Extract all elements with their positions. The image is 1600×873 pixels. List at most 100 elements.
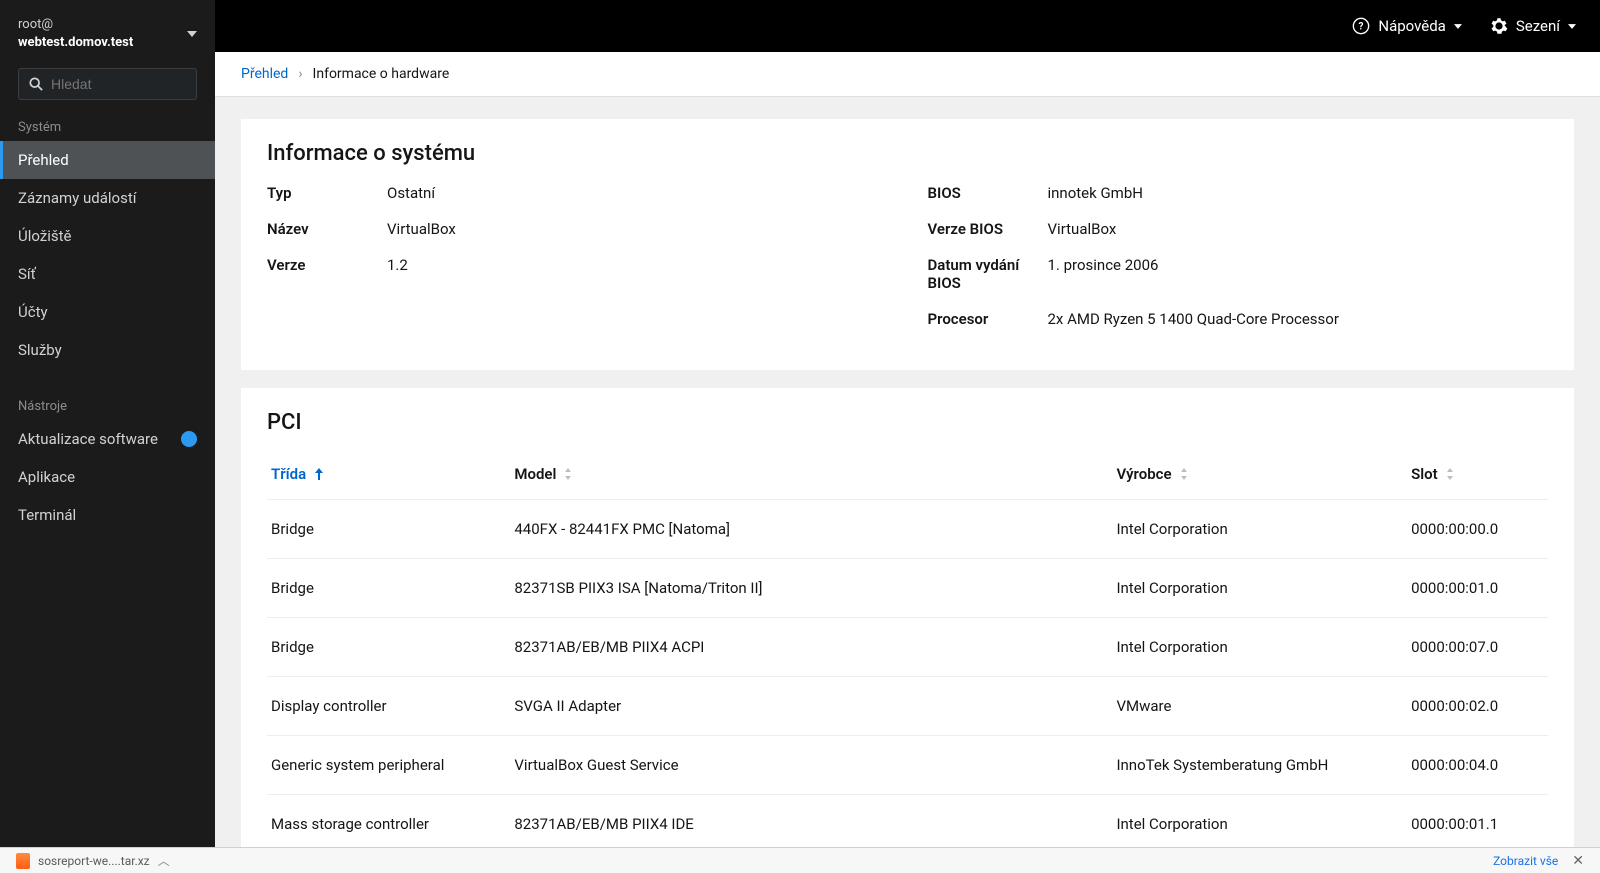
section-label-system: Systém — [0, 110, 215, 141]
host-name: webtest.domov.test — [18, 34, 133, 52]
info-value: 1. prosince 2006 — [1048, 256, 1159, 292]
sidebar-item-záznamy-událostí[interactable]: Záznamy událostí — [0, 179, 215, 217]
column-header-class-label: Třída — [271, 465, 306, 483]
column-header-vendor-label: Výrobce — [1116, 465, 1171, 483]
info-label: Verze — [267, 256, 387, 274]
cell-slot: 0000:00:02.0 — [1407, 677, 1548, 736]
close-icon[interactable]: ✕ — [1572, 853, 1584, 869]
download-item[interactable]: sosreport-we....tar.xz ︿ — [16, 852, 170, 869]
cell-class: Display controller — [267, 677, 510, 736]
table-row[interactable]: Generic system peripheralVirtualBox Gues… — [267, 736, 1548, 795]
column-header-model[interactable]: Model — [514, 465, 572, 483]
help-menu[interactable]: ? Nápověda — [1352, 17, 1461, 35]
cell-class: Bridge — [267, 559, 510, 618]
info-value: Ostatní — [387, 184, 435, 202]
column-header-slot-label: Slot — [1411, 465, 1438, 483]
cell-vendor: Intel Corporation — [1112, 500, 1407, 559]
info-row: TypOstatní — [267, 184, 888, 202]
sidebar-item-přehled[interactable]: Přehled — [0, 141, 215, 179]
cell-slot: 0000:00:00.0 — [1407, 500, 1548, 559]
cell-class: Bridge — [267, 500, 510, 559]
info-row: NázevVirtualBox — [267, 220, 888, 238]
table-row[interactable]: Bridge82371AB/EB/MB PIIX4 ACPIIntel Corp… — [267, 618, 1548, 677]
cell-slot: 0000:00:07.0 — [1407, 618, 1548, 677]
cell-model: SVGA II Adapter — [510, 677, 1112, 736]
cell-vendor: Intel Corporation — [1112, 618, 1407, 677]
sidebar-item-účty[interactable]: Účty — [0, 293, 215, 331]
chevron-down-icon — [187, 31, 197, 37]
table-row[interactable]: Display controllerSVGA II AdapterVMware0… — [267, 677, 1548, 736]
column-header-slot[interactable]: Slot — [1411, 465, 1454, 483]
cell-vendor: Intel Corporation — [1112, 795, 1407, 848]
breadcrumb: Přehled › Informace o hardware — [215, 52, 1600, 97]
host-user: root@ — [18, 16, 133, 34]
sidebar-item-aktualizace-software[interactable]: Aktualizace software — [0, 420, 215, 458]
info-value: 1.2 — [387, 256, 408, 274]
sidebar-item-terminál[interactable]: Terminál — [0, 496, 215, 534]
pci-table: Třída Model — [267, 453, 1548, 847]
sort-icon — [564, 468, 572, 480]
sidebar-item-služby[interactable]: Služby — [0, 331, 215, 369]
info-row: Verze1.2 — [267, 256, 888, 274]
section-label-tools: Nástroje — [0, 389, 215, 420]
sidebar-item-label: Úložiště — [18, 227, 72, 245]
cell-model: 440FX - 82441FX PMC [Natoma] — [510, 500, 1112, 559]
cell-model: VirtualBox Guest Service — [510, 736, 1112, 795]
sidebar-item-label: Přehled — [18, 151, 69, 169]
sidebar-item-label: Terminál — [18, 506, 76, 524]
system-info-title: Informace o systému — [267, 141, 1548, 166]
gear-icon — [1490, 17, 1508, 35]
host-selector[interactable]: root@ webtest.domov.test — [0, 0, 215, 68]
session-label: Sezení — [1516, 17, 1560, 35]
topbar: ? Nápověda Sezení — [215, 0, 1600, 52]
info-row: BIOSinnotek GmbH — [928, 184, 1549, 202]
sort-icon — [1446, 468, 1454, 480]
help-label: Nápověda — [1378, 17, 1445, 35]
sidebar-item-úložiště[interactable]: Úložiště — [0, 217, 215, 255]
info-label: Název — [267, 220, 387, 238]
sidebar: root@ webtest.domov.test Systém Přehled Z… — [0, 0, 215, 847]
cell-slot: 0000:00:01.1 — [1407, 795, 1548, 848]
cell-model: 82371AB/EB/MB PIIX4 ACPI — [510, 618, 1112, 677]
search-input[interactable] — [51, 76, 186, 92]
update-badge — [181, 431, 197, 447]
pci-title: PCI — [267, 410, 1548, 435]
sidebar-item-label: Služby — [18, 341, 62, 359]
sidebar-item-aplikace[interactable]: Aplikace — [0, 458, 215, 496]
column-header-vendor[interactable]: Výrobce — [1116, 465, 1187, 483]
chevron-down-icon — [1568, 24, 1576, 29]
info-label: Procesor — [928, 310, 1048, 328]
downloads-bar: sosreport-we....tar.xz ︿ Zobrazit vše ✕ — [0, 847, 1600, 873]
content-scroll[interactable]: Informace o systému TypOstatníNázevVirtu… — [215, 97, 1600, 847]
search-input-wrapper[interactable] — [18, 68, 197, 100]
breadcrumb-current: Informace o hardware — [313, 66, 450, 82]
help-icon: ? — [1352, 17, 1370, 35]
table-row[interactable]: Bridge440FX - 82441FX PMC [Natoma]Intel … — [267, 500, 1548, 559]
sidebar-item-síť[interactable]: Síť — [0, 255, 215, 293]
download-filename: sosreport-we....tar.xz — [38, 854, 150, 868]
cell-slot: 0000:00:04.0 — [1407, 736, 1548, 795]
info-row: Procesor2x AMD Ryzen 5 1400 Quad-Core Pr… — [928, 310, 1549, 328]
sort-icon — [1180, 468, 1188, 480]
table-row[interactable]: Bridge82371SB PIIX3 ISA [Natoma/Triton I… — [267, 559, 1548, 618]
pci-card: PCI Třída — [241, 388, 1574, 847]
cell-class: Mass storage controller — [267, 795, 510, 848]
table-row[interactable]: Mass storage controller82371AB/EB/MB PII… — [267, 795, 1548, 848]
system-info-card: Informace o systému TypOstatní NázevVirtu… — [241, 119, 1574, 370]
info-value: 2x AMD Ryzen 5 1400 Quad-Core Processor — [1048, 310, 1339, 328]
column-header-class[interactable]: Třída — [271, 465, 324, 483]
chevron-down-icon — [1454, 24, 1462, 29]
breadcrumb-root[interactable]: Přehled — [241, 66, 288, 82]
session-menu[interactable]: Sezení — [1490, 17, 1576, 35]
search-icon — [29, 77, 43, 91]
cell-vendor: InnoTek Systemberatung GmbH — [1112, 736, 1407, 795]
cell-model: 82371SB PIIX3 ISA [Natoma/Triton II] — [510, 559, 1112, 618]
sort-asc-icon — [314, 468, 324, 480]
show-all-downloads[interactable]: Zobrazit vše — [1493, 854, 1558, 868]
info-row: Verze BIOSVirtualBox — [928, 220, 1549, 238]
cell-model: 82371AB/EB/MB PIIX4 IDE — [510, 795, 1112, 848]
cell-vendor: VMware — [1112, 677, 1407, 736]
sidebar-item-label: Účty — [18, 303, 48, 321]
info-row: Datum vydání BIOS1. prosince 2006 — [928, 256, 1549, 292]
chevron-right-icon: › — [298, 66, 302, 82]
